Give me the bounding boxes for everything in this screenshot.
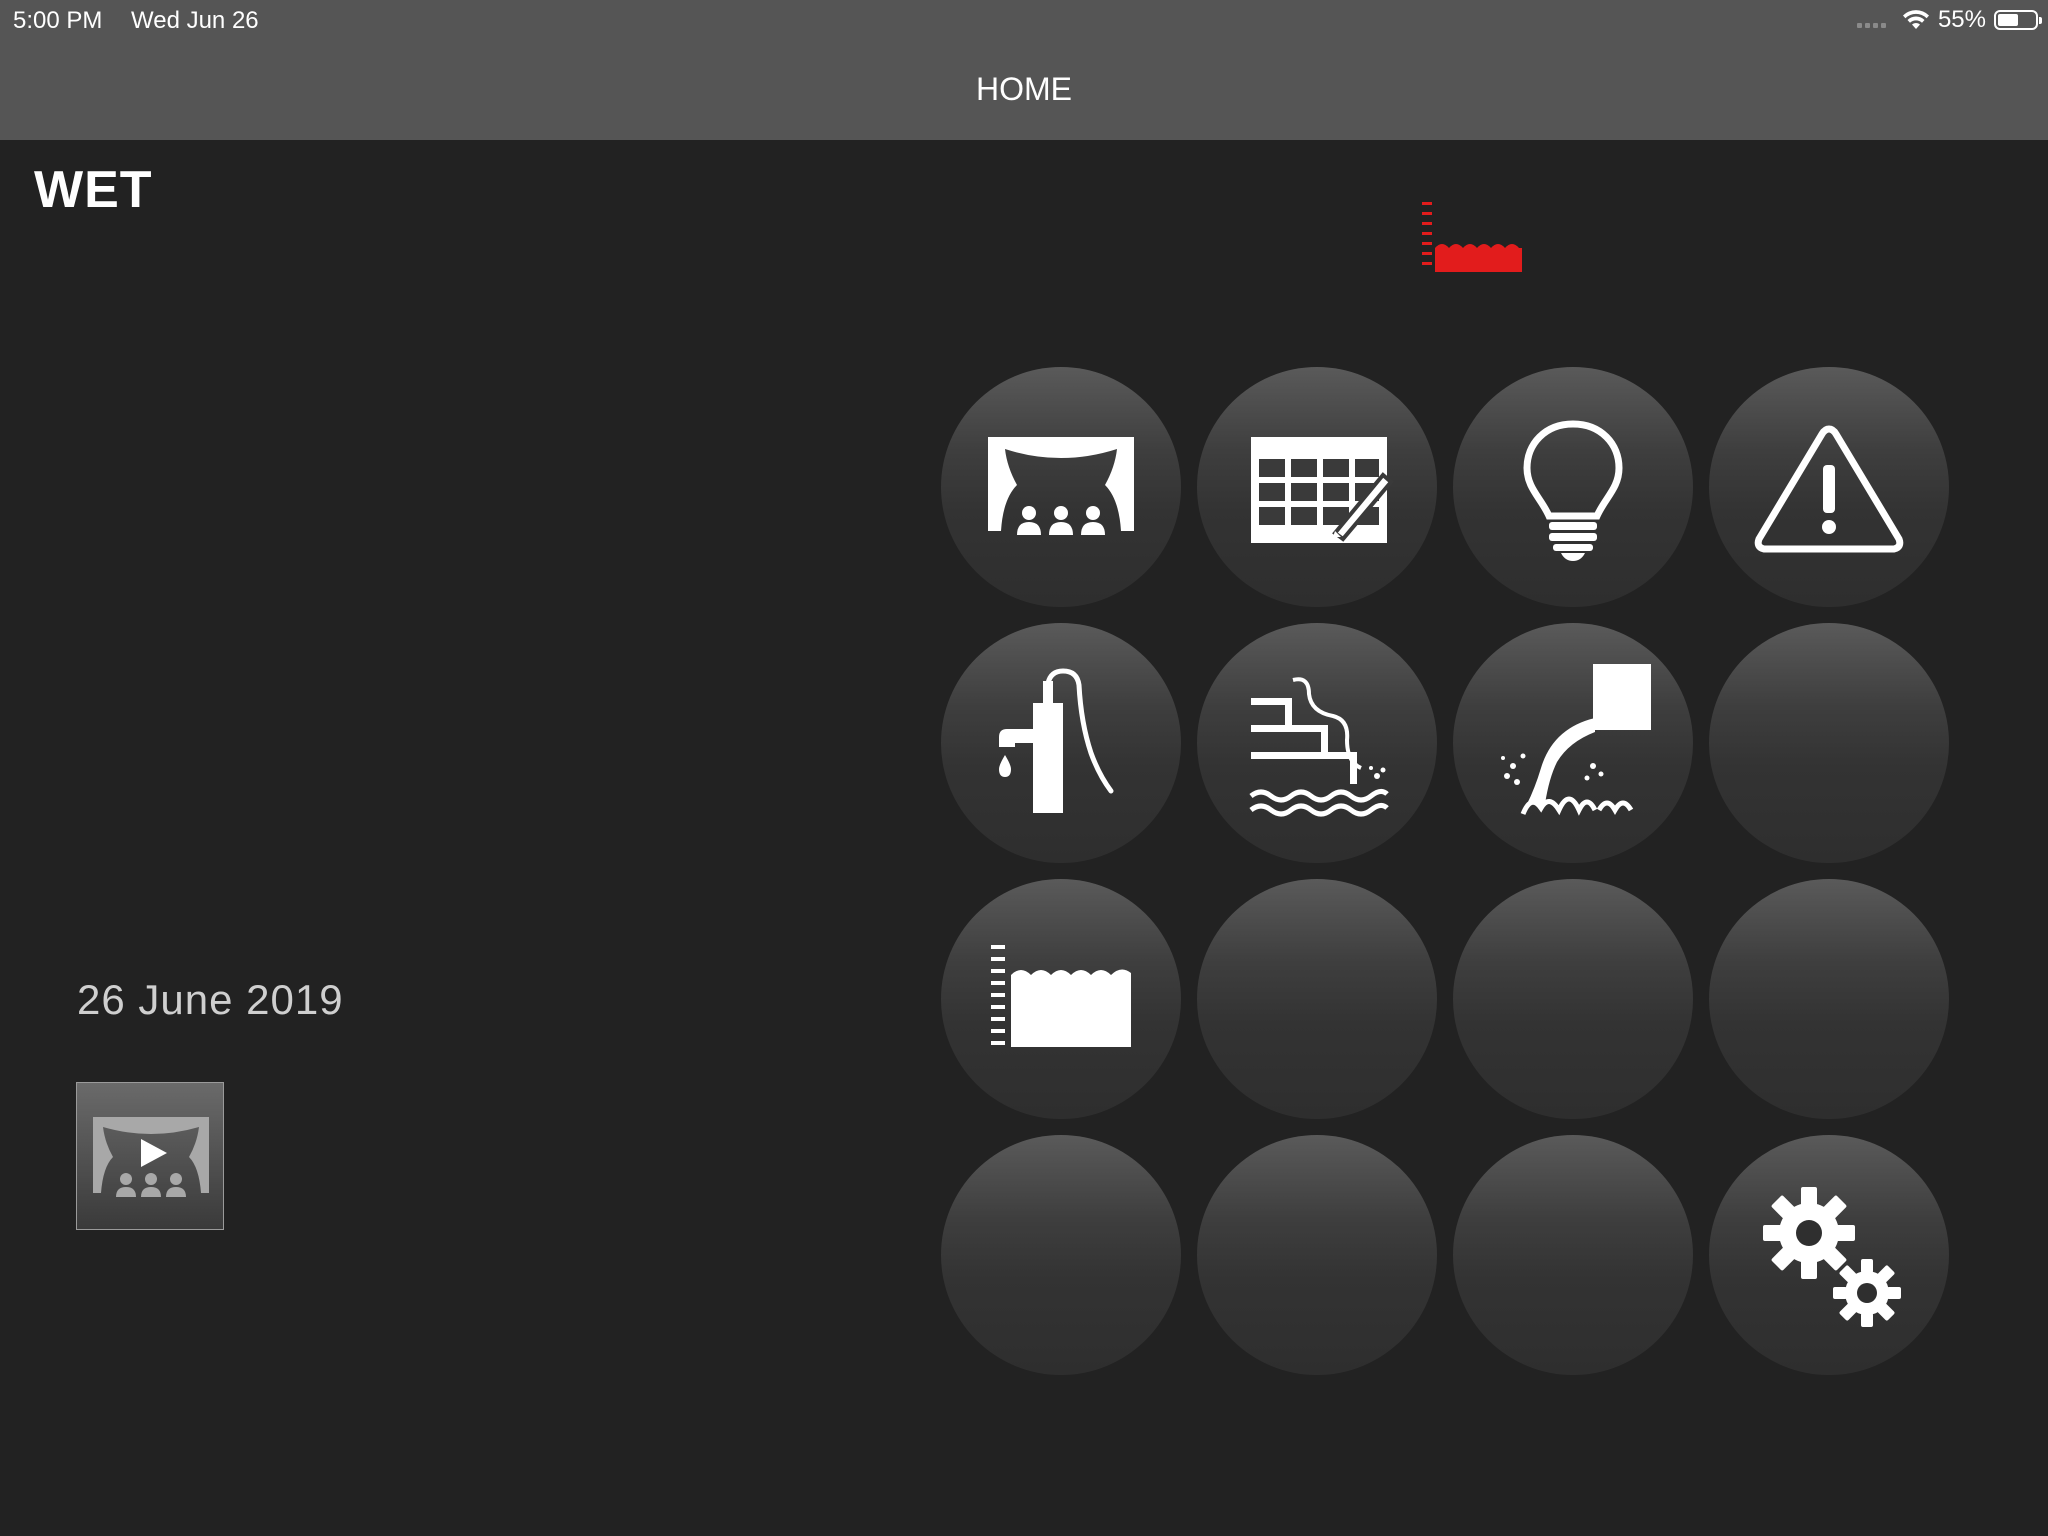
schedule-edit-icon	[1251, 437, 1394, 543]
status-date: Wed Jun 26	[131, 7, 259, 34]
control-grid	[941, 367, 1951, 1377]
status-time: 5:00 PM	[13, 7, 103, 34]
empty-button-4[interactable]	[1709, 879, 1949, 1119]
nav-title: HOME	[976, 71, 1072, 107]
schedule-button[interactable]	[1197, 367, 1437, 607]
cellular-signal-icon	[1856, 13, 1886, 28]
water-level-button[interactable]	[941, 879, 1181, 1119]
date-label: 26 June 2019	[77, 976, 344, 1023]
battery-fill	[1998, 14, 2018, 26]
status-bar: 5:00 PM Wed Jun 26 55%	[0, 0, 2048, 40]
settings-button[interactable]	[1709, 1135, 1949, 1375]
empty-button-5[interactable]	[941, 1135, 1181, 1375]
water-pump-button[interactable]	[941, 623, 1181, 863]
wifi-icon	[1902, 10, 1929, 29]
light-bulb-icon	[1523, 420, 1623, 561]
empty-button-3[interactable]	[1453, 879, 1693, 1119]
page-title: WET	[34, 161, 153, 219]
battery-icon	[1994, 10, 2042, 30]
theater-icon	[988, 437, 1134, 535]
pool-button[interactable]	[1197, 623, 1437, 863]
alerts-button[interactable]	[1709, 367, 1949, 607]
theater-play-icon	[93, 1117, 209, 1197]
battery-tip	[2039, 17, 2042, 24]
fountain-button[interactable]	[1453, 623, 1693, 863]
scene-play-button[interactable]	[76, 1082, 224, 1230]
empty-button-7[interactable]	[1453, 1135, 1693, 1375]
theater-button[interactable]	[941, 367, 1181, 607]
status-right-group: 55%	[1856, 6, 2042, 34]
settings-gears-icon	[1763, 1187, 1901, 1327]
pool-stairs-icon	[1249, 677, 1389, 817]
empty-button-2[interactable]	[1197, 879, 1437, 1119]
battery-percent: 55%	[1937, 6, 1986, 33]
water-level-alert-icon	[1422, 202, 1522, 272]
lighting-button[interactable]	[1453, 367, 1693, 607]
water-level-icon	[991, 945, 1131, 1047]
empty-button-1[interactable]	[1709, 623, 1949, 863]
empty-button-6[interactable]	[1197, 1135, 1437, 1375]
warning-icon	[1754, 425, 1904, 553]
fountain-icon	[1501, 664, 1651, 816]
water-pump-icon	[999, 668, 1114, 813]
